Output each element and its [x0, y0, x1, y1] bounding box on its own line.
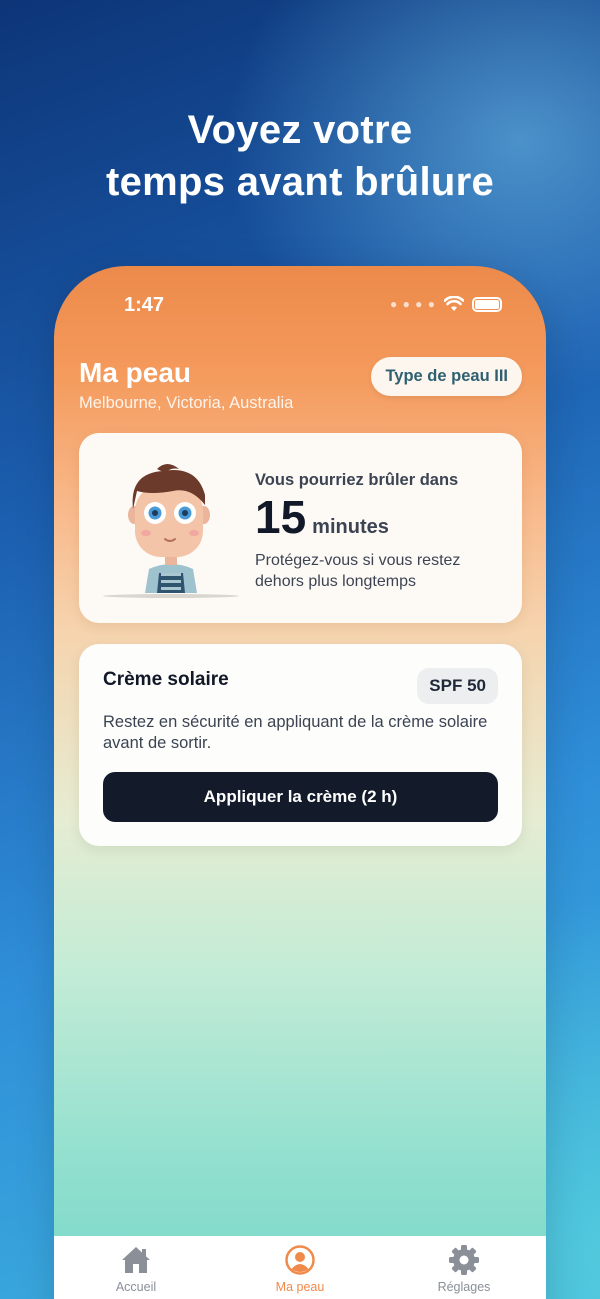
headline: Voyez votre temps avant brûlure: [0, 104, 600, 208]
battery-icon: [472, 296, 502, 312]
tab-settings[interactable]: Réglages: [382, 1236, 546, 1299]
page-title: Ma peau: [79, 357, 192, 388]
burn-time-card: Vous pourriez brûler dans 15 minutes Pro…: [79, 433, 522, 623]
apply-sunscreen-button[interactable]: Appliquer la crème (2 h): [103, 772, 498, 822]
location-label: Melbourne, Victoria, Australia: [79, 394, 294, 412]
burn-description: Protégez-vous si vous restez dehors plus…: [255, 552, 461, 590]
status-time: 1:47: [124, 294, 165, 316]
profile-icon: [285, 1245, 315, 1275]
signal-dots-icon: ● ● ● ●: [390, 297, 436, 311]
burn-minutes-value: 15: [255, 491, 307, 543]
sunscreen-title: Crème solaire: [103, 669, 229, 690]
gear-icon: [449, 1245, 479, 1275]
burn-label: Vous pourriez brûler dans: [255, 471, 459, 489]
headline-line-2: temps avant brûlure: [105, 160, 495, 204]
status-bar: 1:47 ● ● ● ●: [54, 266, 546, 346]
tab-my-skin-label: Ma peau: [275, 1280, 325, 1294]
tab-home[interactable]: Accueil: [54, 1236, 218, 1299]
headline-line-1: Voyez votre: [187, 108, 413, 152]
sunscreen-card: Crème solaire SPF 50 Restez en sécurité …: [79, 644, 522, 846]
tab-my-skin[interactable]: Ma peau: [218, 1236, 382, 1299]
burn-value-row: 15 minutes: [255, 492, 505, 542]
status-icons: ● ● ● ●: [390, 296, 502, 312]
tab-bar: Accueil Ma peau Réglages: [54, 1236, 546, 1299]
wifi-icon: [444, 296, 464, 311]
burn-text: Vous pourriez brûler dans 15 minutes Pro…: [255, 471, 505, 592]
skin-header: Ma peau Melbourne, Victoria, Australia: [79, 356, 293, 413]
sunscreen-description: Restez en sécurité en appliquant de la c…: [103, 713, 488, 752]
home-icon: [122, 1247, 150, 1273]
phone-screen: 1:47 ● ● ● ● Ma peau Melbourne, Victoria…: [54, 266, 546, 1299]
tab-settings-label: Réglages: [437, 1280, 491, 1294]
child-illustration: [103, 464, 239, 598]
spf-badge: SPF 50: [417, 668, 498, 704]
tab-home-label: Accueil: [115, 1280, 157, 1294]
skin-type-button[interactable]: Type de peau III: [371, 357, 522, 396]
burn-minutes-unit: minutes: [312, 516, 389, 538]
